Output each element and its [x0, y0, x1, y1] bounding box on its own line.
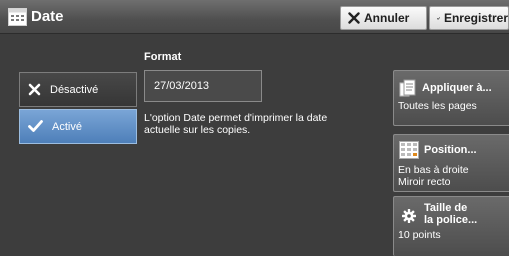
cancel-button[interactable]: Annuler — [340, 6, 427, 30]
close-icon — [28, 83, 41, 96]
font-size-title-line2: la police... — [424, 214, 478, 226]
toggle-off-button[interactable]: Désactivé — [19, 72, 137, 107]
position-button[interactable]: Position... En bas à droite Miroir recto — [393, 134, 509, 192]
checkmark-icon — [437, 16, 440, 20]
cancel-button-label: Annuler — [364, 11, 410, 25]
title-bar: Date Annuler Enregistrer — [0, 0, 509, 34]
calendar-icon — [8, 8, 27, 26]
font-size-title-line1: Taille de — [424, 202, 468, 214]
date-format-field[interactable]: 27/03/2013 — [144, 70, 262, 102]
toggle-on-label: Activé — [52, 120, 82, 133]
gear-icon — [402, 209, 416, 223]
font-size-value: 10 points — [398, 229, 441, 241]
pages-icon — [399, 79, 416, 97]
position-value-line2: Miroir recto — [398, 176, 451, 188]
position-value-line1: En bas à droite — [398, 164, 469, 176]
apply-to-button[interactable]: Appliquer à... Toutes les pages — [393, 70, 509, 126]
description-text: L'option Date permet d'imprimer la date … — [144, 112, 328, 136]
format-label: Format — [144, 51, 182, 63]
save-button[interactable]: Enregistrer — [429, 6, 509, 30]
font-size-button[interactable]: Taille de la police... 10 points — [393, 196, 509, 256]
toggle-off-label: Désactivé — [50, 83, 99, 96]
apply-to-value: Toutes les pages — [398, 100, 477, 112]
close-icon — [348, 12, 360, 24]
checkmark-icon — [28, 120, 43, 132]
position-grid-icon — [399, 141, 419, 159]
toggle-on-button[interactable]: Activé — [19, 109, 137, 144]
position-title: Position... — [424, 144, 477, 156]
page-title: Date — [31, 8, 64, 25]
apply-to-title: Appliquer à... — [422, 82, 492, 94]
save-button-label: Enregistrer — [443, 11, 508, 25]
